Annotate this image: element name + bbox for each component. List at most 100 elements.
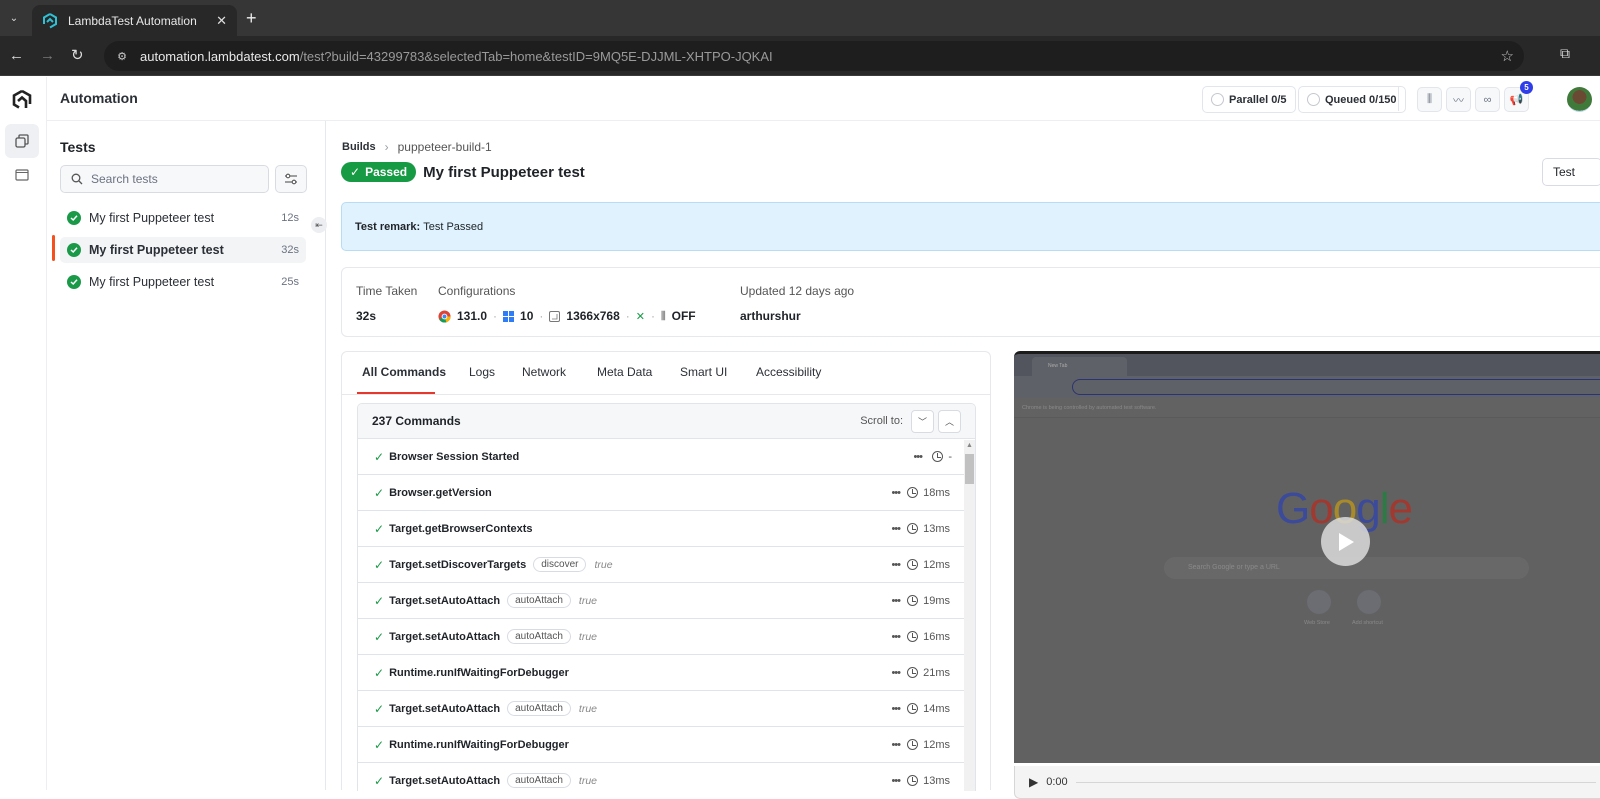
command-row[interactable]: ✓ Target.setAutoAttach autoAttach true ••• 13… [358, 763, 964, 791]
more-options-icon[interactable]: ••• [913, 451, 923, 463]
success-check-icon: ✓ [374, 593, 385, 608]
queued-status[interactable]: Queued 0/150 [1298, 86, 1406, 113]
command-duration-value: 16ms [923, 630, 950, 643]
play-video-button[interactable] [1321, 517, 1370, 566]
bookmark-star-icon[interactable]: ☆ [1501, 47, 1514, 65]
clock-icon [907, 595, 919, 606]
command-row[interactable]: ✓ Browser Session Started ••• - [358, 439, 964, 475]
window-icon [15, 169, 29, 181]
integrations-button[interactable]: ∞ [1475, 87, 1500, 112]
success-check-icon: ✓ [374, 737, 385, 752]
selected-test-marker [52, 235, 55, 261]
video-browser-tabstrip: New Tab [1014, 354, 1600, 376]
tunnel-button[interactable]: ⫼ [1417, 87, 1442, 112]
command-duration: 18ms [907, 487, 950, 499]
site-info-icon[interactable]: ⚙ [112, 46, 132, 66]
command-name: Target.setDiscoverTargets [389, 558, 527, 571]
test-actions-button[interactable]: Test [1542, 158, 1600, 186]
more-options-icon[interactable]: ••• [891, 775, 901, 787]
parallel-status[interactable]: Parallel 0/5 [1202, 86, 1296, 113]
command-duration: 12ms [907, 739, 950, 751]
user-avatar[interactable] [1567, 87, 1592, 112]
extensions-icon[interactable]: ⧉ [1560, 45, 1570, 62]
breadcrumb-current[interactable]: puppeteer-build-1 [398, 140, 492, 154]
status-label: Passed [365, 165, 408, 179]
command-row[interactable]: ✓ Runtime.runIfWaitingForDebugger ••• 12ms [358, 727, 964, 763]
tab-accessibility[interactable]: Accessibility [756, 365, 821, 379]
notification-badge: 5 [1520, 81, 1533, 94]
tab-search-dropdown[interactable]: ⌄ [4, 6, 24, 30]
scroll-up-button[interactable]: ︿ [938, 409, 961, 433]
analytics-button[interactable]: 〰 [1446, 87, 1471, 112]
resolution-icon [549, 310, 561, 322]
test-video-player[interactable]: New Tab Chrome is being controlled by au… [1014, 351, 1600, 763]
command-row[interactable]: ✓ Runtime.runIfWaitingForDebugger ••• 21ms [358, 655, 964, 691]
command-row[interactable]: ✓ Target.getBrowserContexts ••• 13ms [358, 511, 964, 547]
app: Automation Parallel 0/5 Queued 0/150 ⫼ 〰… [0, 77, 1600, 799]
forward-icon[interactable]: → [40, 46, 55, 66]
collapse-panel-button[interactable]: ⇤ [311, 217, 327, 233]
play-pause-button[interactable]: ▶ [1029, 775, 1038, 789]
command-duration-value: 12ms [923, 558, 950, 571]
success-check-icon: ✓ [374, 449, 385, 464]
rail-window-button[interactable] [5, 158, 39, 192]
announcements-button[interactable]: 📢 5 [1504, 81, 1533, 112]
command-row[interactable]: ✓ Target.setAutoAttach autoAttach true ••• 14… [358, 691, 964, 727]
close-tab-icon[interactable]: ✕ [216, 13, 227, 29]
success-check-icon: ✓ [374, 665, 385, 680]
test-duration: 12s [281, 212, 299, 224]
layers-icon [15, 134, 29, 148]
command-duration-value: - [948, 450, 952, 463]
command-row[interactable]: ✓ Browser.getVersion ••• 18ms [358, 475, 964, 511]
commands-scrollbar[interactable]: ▲ [964, 440, 975, 791]
new-tab-button[interactable]: + [246, 8, 257, 28]
add-shortcut-label: Add shortcut [1352, 620, 1383, 626]
test-list-item[interactable]: My first Puppeteer test 32s [60, 237, 306, 263]
command-param-value: true [578, 594, 597, 607]
success-check-icon: ✓ [374, 557, 385, 572]
more-options-icon[interactable]: ••• [891, 667, 901, 679]
browser-tab-active[interactable]: LambdaTest Automation ✕ [32, 5, 237, 36]
tab-smart-ui[interactable]: Smart UI [680, 365, 727, 379]
command-duration: - [932, 451, 952, 463]
lambdatest-logo-icon[interactable] [11, 89, 33, 111]
tab-network[interactable]: Network [522, 365, 566, 379]
video-seek-bar[interactable] [1075, 781, 1596, 783]
more-options-icon[interactable]: ••• [891, 487, 901, 499]
test-list-item[interactable]: My first Puppeteer test 25s [60, 269, 306, 295]
scroll-down-button[interactable]: ﹀ [911, 409, 934, 433]
more-options-icon[interactable]: ••• [891, 631, 901, 643]
back-icon[interactable]: ← [9, 46, 24, 66]
time-taken-label: Time Taken [356, 284, 418, 298]
tunnel-icon: ⫼ [1426, 93, 1433, 105]
more-options-icon[interactable]: ••• [891, 559, 901, 571]
filter-button[interactable] [275, 165, 307, 193]
tab-meta-data[interactable]: Meta Data [597, 365, 652, 379]
web-store-label: Web Store [1304, 620, 1330, 626]
search-tests-box[interactable] [60, 165, 269, 193]
commands-header: 237 Commands Scroll to: ﹀ ︿ [358, 404, 975, 439]
more-options-icon[interactable]: ••• [891, 523, 901, 535]
reload-icon[interactable]: ↻ [71, 46, 84, 66]
tab-logs[interactable]: Logs [469, 365, 495, 379]
clock-icon [907, 667, 919, 678]
command-name: Target.setAutoAttach [389, 594, 501, 607]
search-tests-input[interactable] [91, 172, 251, 186]
command-row[interactable]: ✓ Target.setAutoAttach autoAttach true ••• 16… [358, 619, 964, 655]
test-list-item[interactable]: My first Puppeteer test 12s [60, 205, 306, 231]
more-options-icon[interactable]: ••• [891, 595, 901, 607]
command-name: Browser.getVersion [389, 486, 492, 499]
rail-tests-button[interactable] [5, 124, 39, 158]
breadcrumb-builds-link[interactable]: Builds [342, 141, 376, 153]
scroll-arrow-up-icon[interactable]: ▲ [966, 442, 973, 449]
command-duration: 13ms [907, 775, 950, 787]
more-options-icon[interactable]: ••• [891, 739, 901, 751]
scrollbar-thumb[interactable] [965, 454, 974, 484]
tab-all-commands[interactable]: All Commands [362, 365, 446, 379]
command-row[interactable]: ✓ Target.setDiscoverTargets discover true ••… [358, 547, 964, 583]
more-options-icon[interactable]: ••• [891, 703, 901, 715]
command-row[interactable]: ✓ Target.setAutoAttach autoAttach true ••• 19… [358, 583, 964, 619]
command-name: Target.setAutoAttach [389, 774, 501, 787]
page-title: My first Puppeteer test [423, 163, 585, 181]
address-bar[interactable]: ⚙ automation.lambdatest.com/test?build=4… [104, 41, 1524, 71]
